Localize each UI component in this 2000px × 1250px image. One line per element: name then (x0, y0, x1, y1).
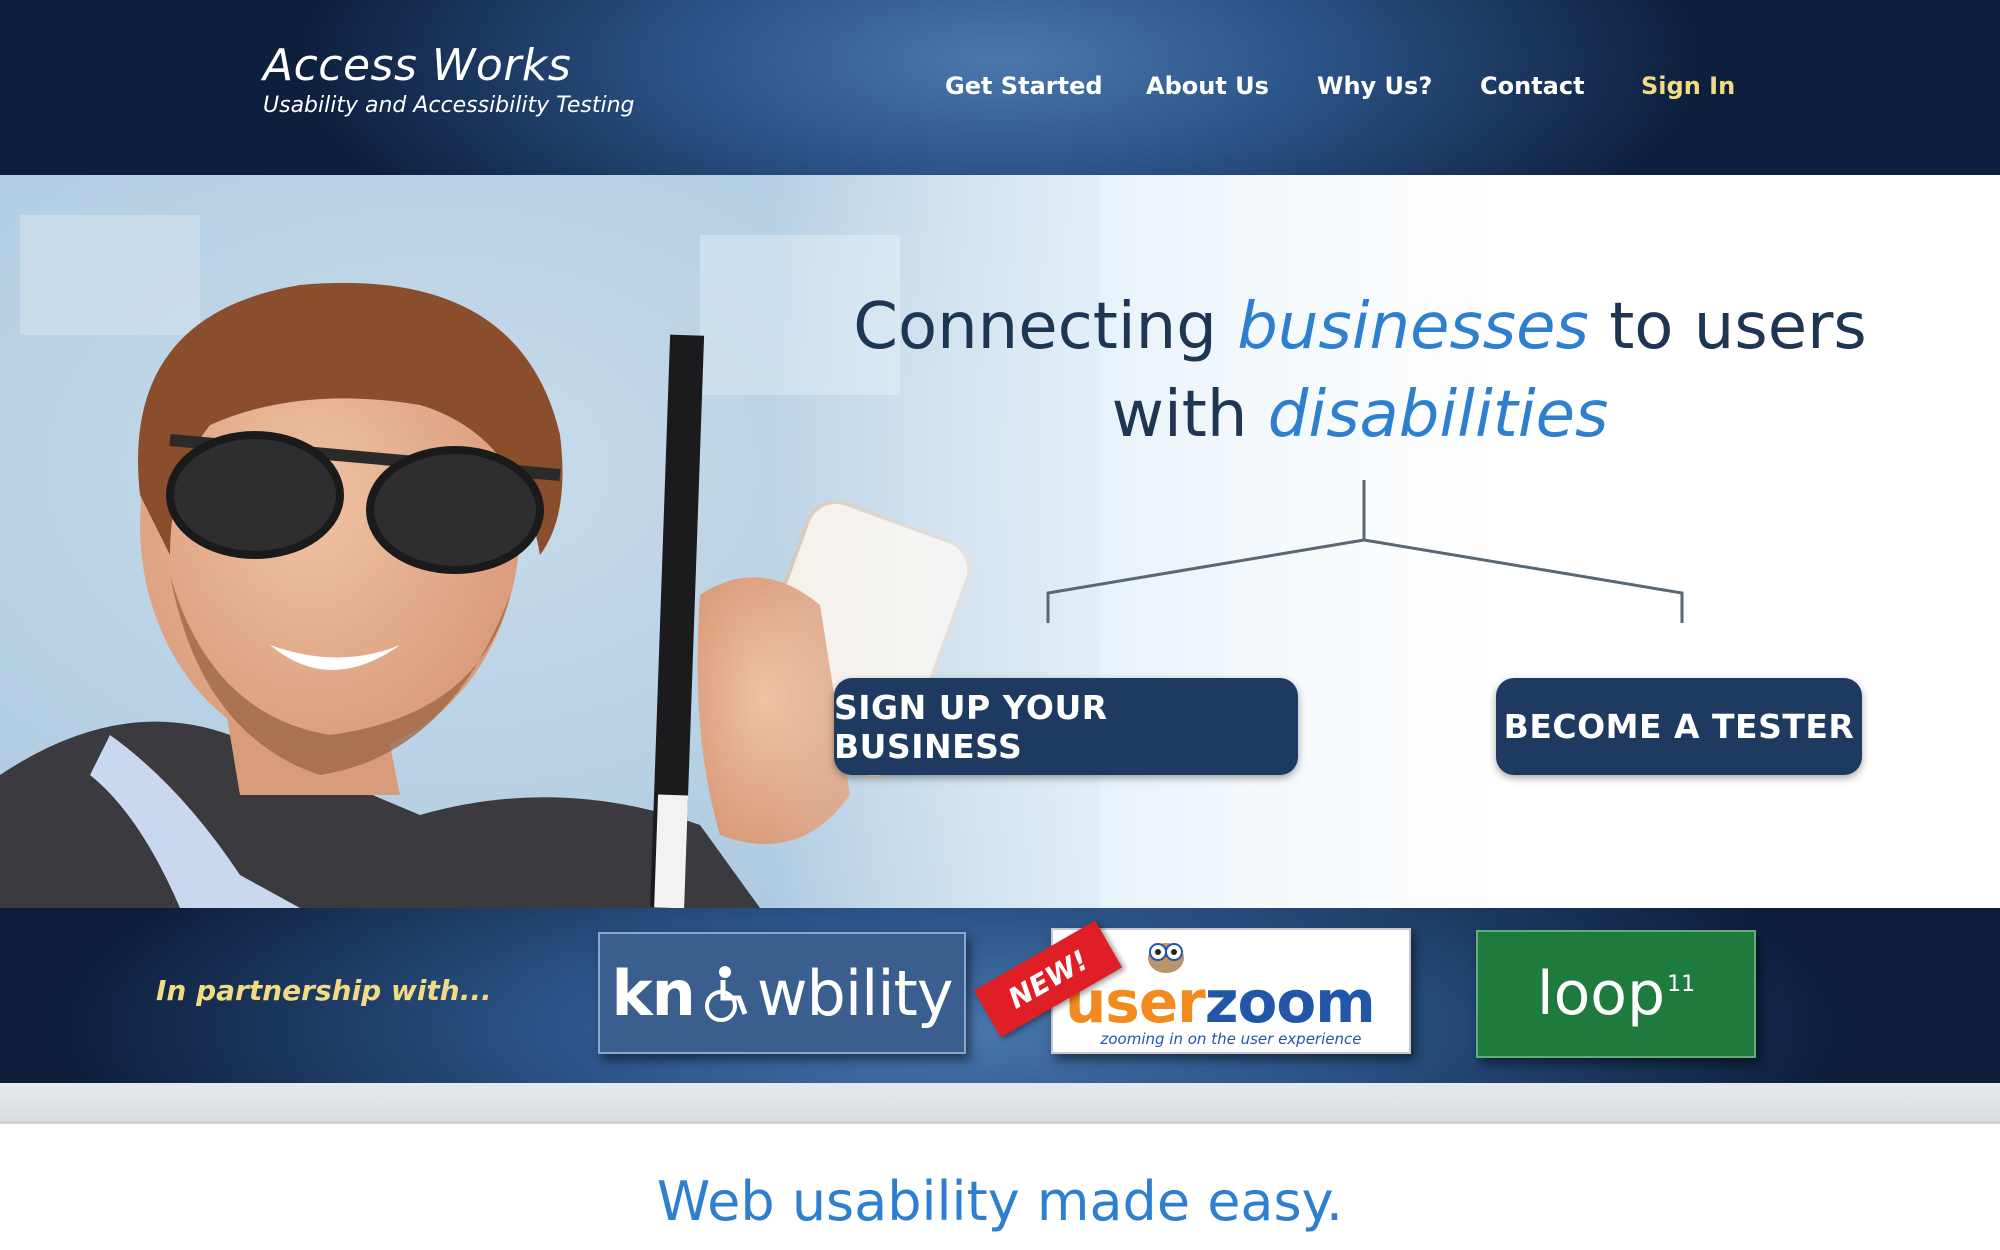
partners-label: In partnership with... (156, 974, 492, 1007)
nav-sign-in[interactable]: Sign In (1641, 72, 1735, 100)
nav-why-us[interactable]: Why Us? (1317, 72, 1432, 100)
nav-get-started[interactable]: Get Started (945, 72, 1103, 100)
site-header: Access Works Usability and Accessibility… (0, 0, 2000, 175)
nav-about-us[interactable]: About Us (1146, 72, 1269, 100)
knowbility-logo[interactable]: kn wbility (598, 932, 966, 1054)
userzoom-wordmark: userzoom (1065, 968, 1376, 1036)
section-heading: Web usability made easy. (656, 1170, 1344, 1233)
section-divider (0, 1083, 2000, 1124)
main-nav: Get Started About Us Why Us? Contact Sig… (0, 72, 2000, 112)
loop11-word: loop (1536, 959, 1666, 1029)
hero-headline: Connecting businesses to users with disa… (780, 283, 1940, 459)
wheelchair-icon (704, 966, 748, 1022)
headline-text-3: with (1111, 378, 1268, 452)
loop11-logo[interactable]: loop 11 (1476, 930, 1756, 1058)
knowbility-prefix: kn (611, 956, 695, 1030)
headline-text-2: to users (1588, 290, 1867, 364)
headline-emphasis-disabilities: disabilities (1267, 378, 1609, 452)
sign-up-business-button[interactable]: SIGN UP YOUR BUSINESS (834, 678, 1298, 775)
hero-banner: Connecting businesses to users with disa… (0, 175, 2000, 908)
headline-emphasis-businesses: businesses (1237, 290, 1589, 364)
become-tester-button[interactable]: BECOME A TESTER (1496, 678, 1862, 775)
partners-band: In partnership with... kn wbility userzo… (0, 908, 2000, 1083)
branch-connector-lines (1046, 480, 1684, 623)
nav-contact[interactable]: Contact (1480, 72, 1585, 100)
headline-text-1: Connecting (853, 290, 1238, 364)
knowbility-suffix: wbility (756, 956, 954, 1030)
userzoom-tagline: zooming in on the user experience (1100, 1030, 1362, 1048)
userzoom-word-zoom: zoom (1204, 968, 1376, 1036)
loop11-superscript: 11 (1667, 971, 1696, 997)
